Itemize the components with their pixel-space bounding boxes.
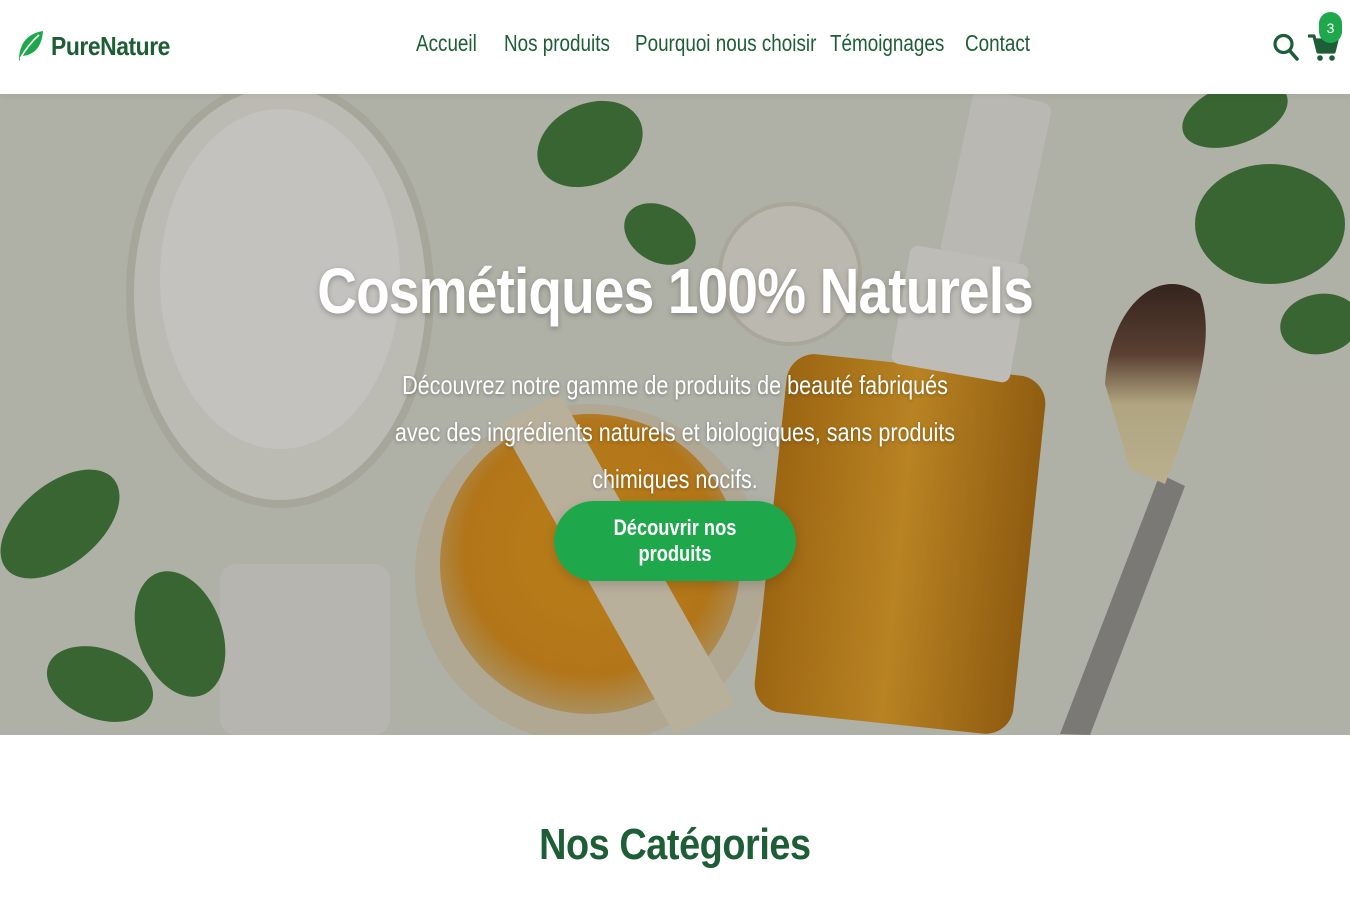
hero-title: Cosmétiques 100% Naturels [317, 255, 1034, 327]
nav-nos-produits[interactable]: Nos produits [504, 30, 610, 57]
discover-products-button[interactable]: Découvrir nos produits [554, 501, 796, 581]
hero-subtitle: Découvrez notre gamme de produits de bea… [394, 370, 956, 494]
nav-accueil[interactable]: Accueil [416, 30, 477, 57]
nav-contact[interactable]: Contact [965, 30, 1030, 57]
categories-title: Nos Catégories [539, 820, 811, 869]
cart-count-badge: 3 [1319, 12, 1342, 43]
site-header: PureNature Accueil Nos produits Pourquoi… [0, 0, 1350, 94]
main-nav: Accueil Nos produits Pourquoi nous chois… [416, 30, 1057, 57]
brand-logo[interactable]: PureNature [15, 28, 186, 64]
nav-temoignages[interactable]: Témoignages [830, 30, 944, 57]
leaf-icon [19, 31, 43, 61]
nav-pourquoi[interactable]: Pourquoi nous choisir [635, 30, 816, 57]
brand-name: PureNature [51, 30, 170, 61]
hero-banner: Cosmétiques 100% Naturels Découvrez notr… [0, 94, 1350, 735]
search-icon[interactable] [1272, 31, 1300, 63]
